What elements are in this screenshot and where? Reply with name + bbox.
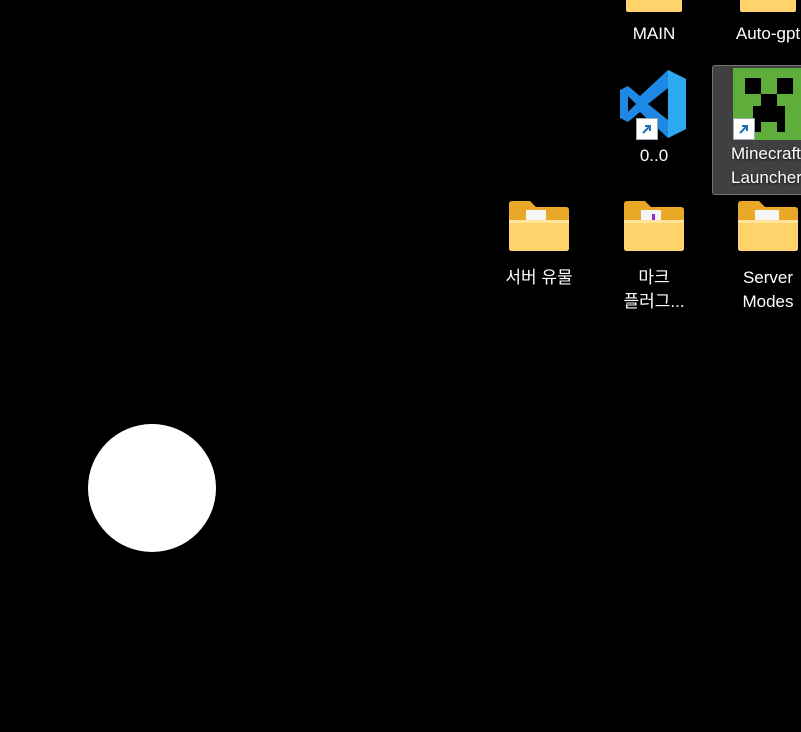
server-relics-folder[interactable]: 서버 유물 [483, 198, 595, 290]
vscode-shortcut[interactable]: 0..0 [598, 66, 710, 168]
folder-icon [509, 201, 569, 251]
vscode-shortcut-label: 0..0 [639, 146, 669, 165]
cursor-highlight-circle [88, 424, 216, 552]
server-modes-label: Server Modes [742, 268, 794, 311]
desktop: MAIN Auto-gpt 0..0 Minecraft Launcher 서버… [0, 0, 801, 732]
mark-plugins-label: 마크 플러그... [623, 268, 685, 311]
folder-icon [626, 0, 682, 12]
folder-icon [624, 201, 684, 251]
minecraft-launcher-label: Minecraft Launcher [731, 144, 801, 187]
main-folder[interactable]: MAIN [598, 0, 710, 46]
auto-gpt-folder[interactable]: Auto-gpt [712, 0, 801, 46]
auto-gpt-folder-label: Auto-gpt [735, 24, 801, 43]
folder-icon [740, 0, 796, 12]
minecraft-launcher-shortcut[interactable]: Minecraft Launcher [712, 65, 801, 195]
main-folder-label: MAIN [632, 24, 676, 43]
folder-icon [738, 201, 798, 251]
mark-plugins-folder[interactable]: 마크 플러그... [598, 198, 710, 314]
server-relics-label: 서버 유물 [505, 268, 573, 287]
server-modes-folder[interactable]: Server Modes [712, 198, 801, 314]
shortcut-arrow-icon [636, 118, 658, 140]
shortcut-arrow-icon [733, 118, 755, 140]
